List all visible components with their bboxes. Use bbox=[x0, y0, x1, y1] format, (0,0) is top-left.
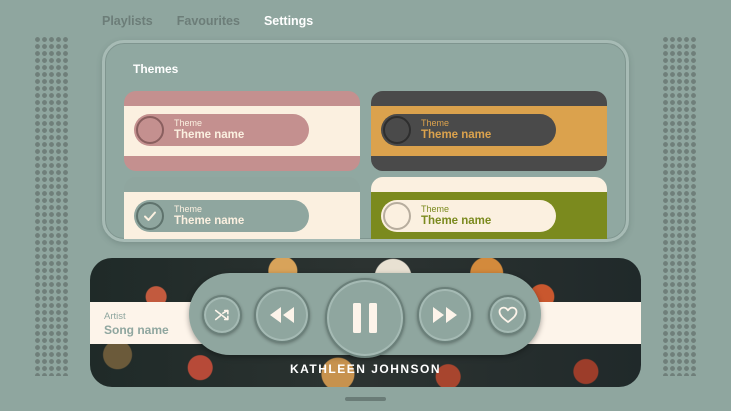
radio-unchecked-icon[interactable] bbox=[136, 116, 164, 144]
rewind-button[interactable] bbox=[254, 287, 310, 343]
radio-unchecked-icon[interactable] bbox=[383, 116, 411, 144]
song-name: Song name bbox=[104, 323, 169, 337]
themes-title: Themes bbox=[133, 62, 179, 76]
top-tab-bar: Playlists Favourites Settings bbox=[102, 14, 337, 28]
album-art-text: KATHLEEN JOHNSON bbox=[289, 362, 442, 376]
theme-card-4[interactable]: Theme Theme name bbox=[371, 177, 607, 239]
fast-forward-icon bbox=[433, 307, 457, 323]
theme-option-pill[interactable]: Theme Theme name bbox=[134, 114, 309, 146]
theme-card-1[interactable]: Theme Theme name bbox=[124, 91, 360, 171]
pause-button[interactable] bbox=[325, 278, 405, 358]
checkmark-icon[interactable] bbox=[136, 202, 164, 230]
speaker-grille-right bbox=[662, 36, 698, 376]
rewind-icon bbox=[270, 307, 294, 323]
theme-sub-label: Theme bbox=[421, 204, 450, 214]
tab-favourites[interactable]: Favourites bbox=[177, 14, 240, 28]
artist-label: Artist bbox=[104, 311, 126, 322]
shuffle-icon bbox=[214, 309, 229, 321]
theme-card-2[interactable]: Theme Theme name bbox=[371, 91, 607, 171]
theme-name: Theme name bbox=[421, 129, 492, 141]
fast-forward-button[interactable] bbox=[417, 287, 473, 343]
shuffle-button[interactable] bbox=[202, 295, 242, 335]
radio-unchecked-icon[interactable] bbox=[383, 202, 411, 230]
heart-icon bbox=[498, 306, 518, 323]
favourite-button[interactable] bbox=[488, 295, 528, 335]
speaker-grille-left bbox=[34, 36, 70, 376]
theme-name: Theme name bbox=[421, 215, 492, 227]
theme-sub-label: Theme bbox=[174, 118, 203, 128]
themes-panel: Themes Theme Theme name Theme Theme name bbox=[102, 40, 629, 242]
theme-option-pill[interactable]: Theme Theme name bbox=[381, 200, 556, 232]
theme-option-pill[interactable]: Theme Theme name bbox=[381, 114, 556, 146]
pause-icon bbox=[353, 303, 377, 333]
tab-settings[interactable]: Settings bbox=[264, 14, 313, 28]
tab-playlists[interactable]: Playlists bbox=[102, 14, 153, 28]
playback-controls bbox=[189, 273, 541, 358]
theme-card-3[interactable]: Theme Theme name bbox=[124, 177, 360, 239]
theme-sub-label: Theme bbox=[174, 204, 203, 214]
theme-option-pill[interactable]: Theme Theme name bbox=[134, 200, 309, 232]
theme-name: Theme name bbox=[174, 215, 245, 227]
theme-name: Theme name bbox=[174, 129, 245, 141]
drag-handle[interactable] bbox=[345, 397, 386, 401]
theme-sub-label: Theme bbox=[421, 118, 450, 128]
